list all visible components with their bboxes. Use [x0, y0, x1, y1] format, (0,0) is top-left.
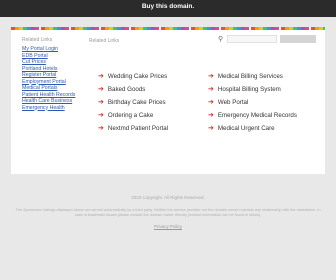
arrow-right-icon: ➔ [98, 73, 104, 80]
result-row: ➔ Birthday Cake Prices ➔ Web Portal [98, 96, 324, 109]
result-label: Ordering a Cake [107, 112, 154, 119]
result-label: Birthday Cake Prices [107, 99, 166, 106]
result-label: Web Portal [217, 99, 249, 106]
result-label: Emergency Medical Records [217, 112, 297, 119]
result-row: ➔ Baked Goods ➔ Hospital Billing System [98, 83, 324, 96]
result-label: Baked Goods [107, 86, 146, 93]
sidebar-item[interactable]: Emergency Health [22, 105, 92, 112]
result-label: Medical Billing Services [217, 73, 283, 80]
arrow-right-icon: ➔ [208, 73, 214, 80]
result-label: Hospital Billing System [217, 86, 281, 93]
sidebar-list: My Portal Login EDB Portal Cut Prices Po… [22, 46, 92, 111]
sidebar-title: Related Links [22, 37, 53, 43]
result-label: Medical Urgent Care [217, 125, 275, 132]
search-input[interactable] [227, 35, 277, 43]
arrow-right-icon: ➔ [98, 86, 104, 93]
result-row: ➔ Ordering a Cake ➔ Emergency Medical Re… [98, 109, 324, 122]
arrow-right-icon: ➔ [208, 125, 214, 132]
result-link[interactable]: ➔ Baked Goods [98, 86, 208, 93]
main-title: Related Links [89, 38, 120, 44]
result-link[interactable]: ➔ Nextmd Patient Portal [98, 125, 208, 132]
privacy-policy-link[interactable]: Privacy Policy [0, 224, 336, 229]
result-link[interactable]: ➔ Emergency Medical Records [208, 112, 318, 119]
arrow-right-icon: ➔ [208, 99, 214, 106]
result-link[interactable]: ➔ Wedding Cake Prices [98, 73, 208, 80]
arrow-right-icon: ➔ [208, 112, 214, 119]
result-row: ➔ Nextmd Patient Portal ➔ Medical Urgent… [98, 122, 324, 135]
arrow-right-icon: ➔ [98, 125, 104, 132]
sidebar: Related Links My Portal Login EDB Portal… [22, 37, 92, 111]
color-stripe [11, 27, 325, 30]
result-label: Nextmd Patient Portal [107, 125, 169, 132]
arrow-right-icon: ➔ [208, 86, 214, 93]
result-link[interactable]: ➔ Ordering a Cake [98, 112, 208, 119]
result-link[interactable]: ➔ Medical Urgent Care [208, 125, 318, 132]
result-link[interactable]: ➔ Web Portal [208, 99, 318, 106]
result-link[interactable]: ➔ Medical Billing Services [208, 73, 318, 80]
top-bar: Buy this domain. [0, 0, 336, 17]
search-bar: ⚲ [216, 35, 316, 44]
footer-copyright: 2023 Copyright. All Rights Reserved. [131, 195, 205, 200]
result-row: ➔ Wedding Cake Prices ➔ Medical Billing … [98, 70, 324, 83]
search-icon: ⚲ [218, 36, 224, 43]
results-grid: ➔ Wedding Cake Prices ➔ Medical Billing … [98, 70, 324, 135]
result-link[interactable]: ➔ Birthday Cake Prices [98, 99, 208, 106]
arrow-right-icon: ➔ [98, 99, 104, 106]
search-button[interactable] [280, 35, 316, 43]
footer-disclaimer: The Sponsored Listings displayed above a… [15, 208, 321, 217]
buy-domain-link[interactable]: Buy this domain. [0, 3, 336, 10]
arrow-right-icon: ➔ [98, 112, 104, 119]
result-label: Wedding Cake Prices [107, 73, 168, 80]
result-link[interactable]: ➔ Hospital Billing System [208, 86, 318, 93]
